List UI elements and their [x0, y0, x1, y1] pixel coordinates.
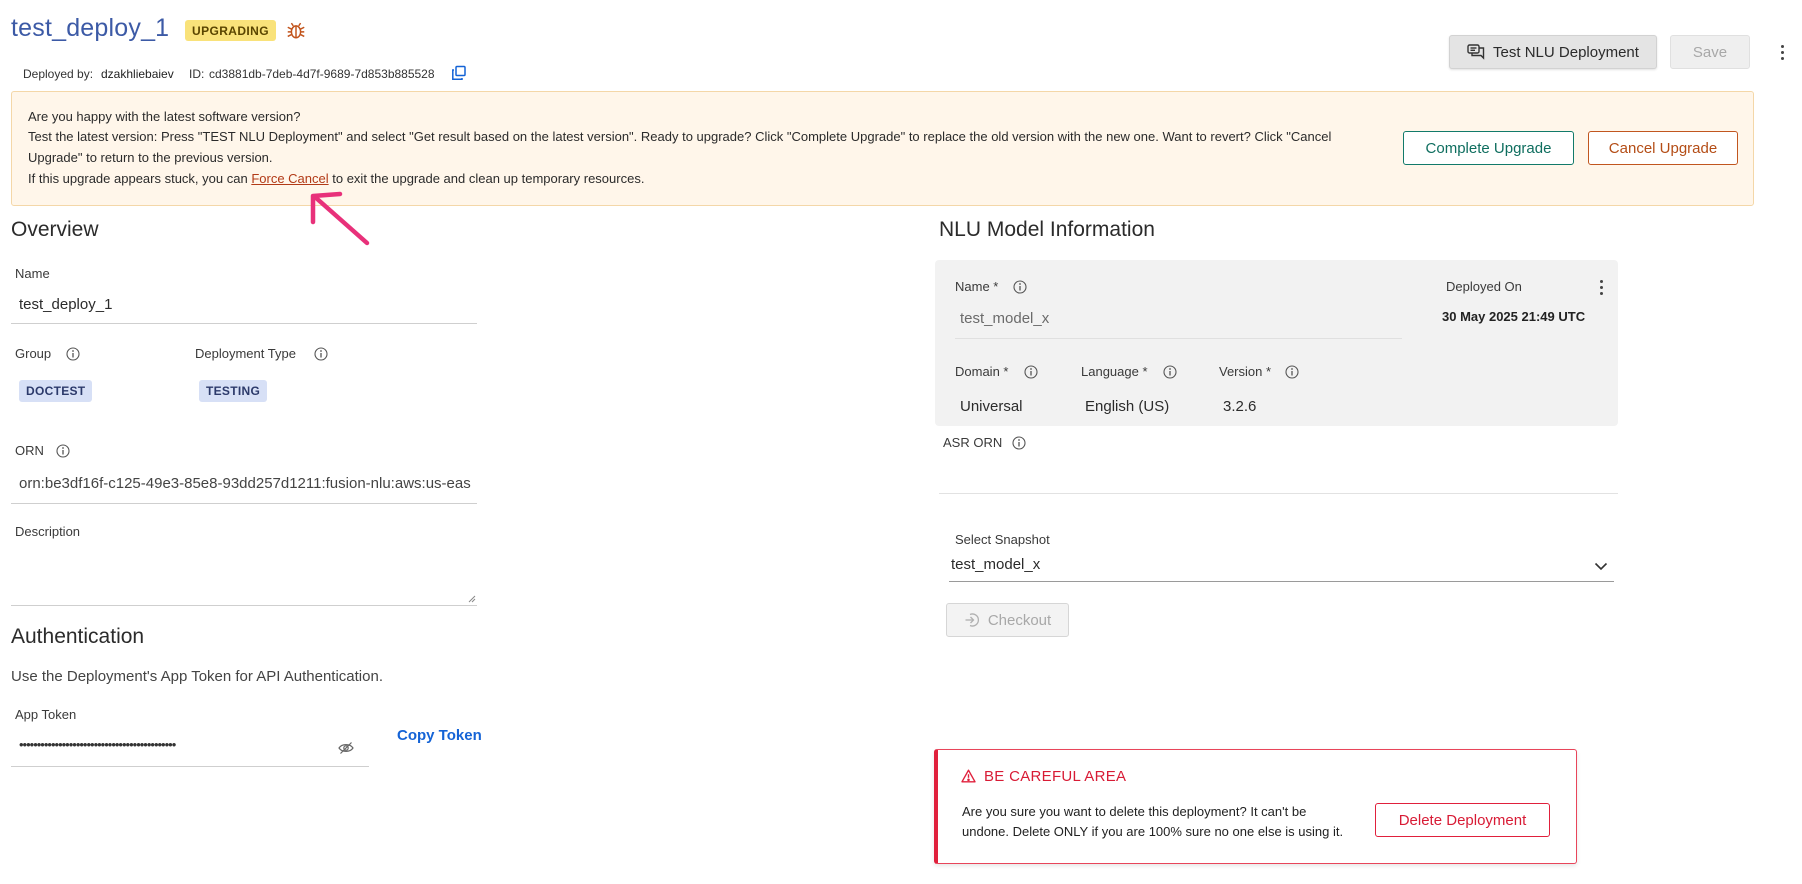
version-label: Version *	[1219, 364, 1272, 379]
group-chip: DOCTEST	[19, 380, 93, 402]
more-options-icon[interactable]	[1779, 45, 1785, 60]
snapshot-select[interactable]: test_model_x	[949, 553, 1614, 582]
info-icon[interactable]	[1013, 280, 1027, 294]
save-button[interactable]: Save	[1670, 35, 1750, 69]
delete-deployment-button[interactable]: Delete Deployment	[1375, 803, 1550, 837]
page-title: test_deploy_1	[11, 14, 170, 42]
deployed-by-label: Deployed by:	[23, 67, 94, 81]
app-token-underline	[11, 766, 369, 767]
info-icon[interactable]	[1012, 436, 1026, 450]
domain-value: Universal	[960, 398, 1023, 415]
chat-icon	[1467, 44, 1485, 60]
asr-orn-label: ASR ORN	[943, 435, 1003, 450]
version-value: 3.2.6	[1223, 398, 1257, 415]
deployed-on-value: 30 May 2025 21:49 UTC	[1442, 309, 1586, 324]
orn-label: ORN	[15, 443, 44, 458]
checkout-icon	[965, 613, 979, 627]
asr-orn-underline	[939, 493, 1618, 494]
test-nlu-deployment-button[interactable]: Test NLU Deployment	[1449, 35, 1657, 69]
complete-upgrade-button[interactable]: Complete Upgrade	[1403, 131, 1574, 165]
banner-question: Are you happy with the latest software v…	[28, 109, 301, 124]
info-icon[interactable]	[1285, 365, 1299, 379]
bug-icon[interactable]	[285, 19, 307, 41]
banner-stuck-note: If this upgrade appears stuck, you can F…	[28, 169, 644, 189]
danger-line-1: Are you sure you want to delete this dep…	[962, 804, 1307, 819]
deployed-by-value: dzakhliebaiev	[101, 67, 174, 81]
language-value: English (US)	[1085, 398, 1170, 415]
app-token-label: App Token	[15, 707, 77, 722]
info-icon[interactable]	[314, 347, 328, 361]
nlu-name-underline	[955, 338, 1402, 339]
orn-underline	[11, 503, 477, 504]
chevron-down-icon	[1594, 562, 1608, 571]
name-input[interactable]: test_deploy_1	[19, 296, 112, 313]
language-label: Language *	[1081, 364, 1148, 379]
status-badge: UPGRADING	[185, 20, 276, 41]
name-label: Name	[15, 266, 50, 281]
banner-instructions-cont: Upgrade" to return to the previous versi…	[28, 150, 273, 165]
deployment-type-chip: TESTING	[199, 380, 268, 402]
app-token-field[interactable]: ••••••••••••••••••••••••••••••••••••••••…	[19, 737, 331, 752]
copy-icon[interactable]	[451, 65, 467, 81]
stuck-note-suffix: to exit the upgrade and clean up tempora…	[332, 171, 645, 186]
overview-heading: Overview	[11, 218, 99, 241]
info-icon[interactable]	[1024, 365, 1038, 379]
orn-value[interactable]: orn:be3df16f-c125-49e3-85e8-93dd257d1211…	[19, 475, 474, 492]
eye-off-icon[interactable]	[338, 741, 354, 755]
info-icon[interactable]	[66, 347, 80, 361]
id-label: ID:	[189, 67, 205, 81]
cancel-upgrade-button[interactable]: Cancel Upgrade	[1588, 131, 1738, 165]
nlu-name-value: test_model_x	[960, 310, 1050, 327]
test-nlu-deployment-label: Test NLU Deployment	[1493, 43, 1639, 61]
snapshot-label: Select Snapshot	[955, 532, 1050, 547]
banner-instructions: Test the latest version: Press "TEST NLU…	[28, 129, 1332, 144]
name-underline	[11, 323, 477, 324]
domain-label: Domain *	[955, 364, 1009, 379]
stuck-note-prefix: If this upgrade appears stuck, you can	[28, 171, 248, 186]
nlu-model-heading: NLU Model Information	[939, 218, 1155, 241]
checkout-button[interactable]: Checkout	[946, 603, 1069, 637]
description-textarea[interactable]	[11, 548, 477, 606]
warning-icon	[961, 769, 976, 783]
authentication-heading: Authentication	[11, 625, 145, 648]
deployed-on-label: Deployed On	[1446, 279, 1522, 294]
nlu-more-options-icon[interactable]	[1598, 280, 1604, 295]
id-value: cd3881db-7deb-4d7f-9689-7d853b885528	[209, 67, 435, 81]
copy-token-link[interactable]: Copy Token	[397, 727, 482, 744]
description-label: Description	[15, 524, 81, 539]
deployment-type-label: Deployment Type	[195, 346, 296, 361]
force-cancel-link[interactable]: Force Cancel	[251, 171, 328, 186]
danger-line-2: undone. Delete ONLY if you are 100% sure…	[962, 824, 1344, 839]
checkout-label: Checkout	[987, 611, 1052, 629]
nlu-name-label: Name *	[955, 279, 999, 294]
authentication-subtitle: Use the Deployment's App Token for API A…	[11, 668, 383, 685]
annotation-arrow-icon	[310, 191, 370, 246]
danger-title: BE CAREFUL AREA	[984, 768, 1127, 785]
info-icon[interactable]	[1163, 365, 1177, 379]
group-label: Group	[15, 346, 52, 361]
snapshot-selected-value: test_model_x	[951, 556, 1041, 573]
resize-handle-icon[interactable]	[468, 595, 476, 603]
info-icon[interactable]	[56, 444, 70, 458]
